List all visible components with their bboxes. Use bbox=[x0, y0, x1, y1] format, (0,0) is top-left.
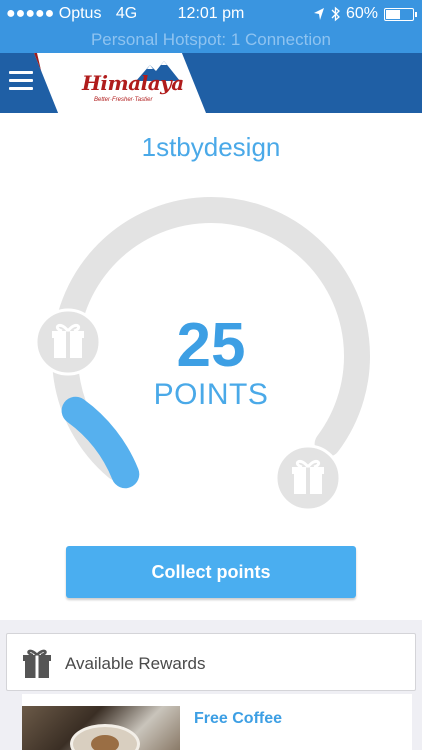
brand-logo[interactable]: Himalaya Better·Fresher·Tastier bbox=[34, 53, 206, 113]
reward-end-gift-icon[interactable] bbox=[274, 444, 342, 512]
battery-icon bbox=[384, 7, 417, 21]
brand-name: Himalaya bbox=[82, 71, 184, 95]
brand-tagline: Better·Fresher·Tastier bbox=[94, 97, 153, 103]
reward-title: Free Coffee bbox=[194, 710, 283, 727]
points-ring: 25 POINTS bbox=[0, 190, 422, 530]
hamburger-icon[interactable] bbox=[9, 71, 33, 91]
nav-bar: Himalaya Better·Fresher·Tastier bbox=[0, 53, 422, 113]
collect-points-button[interactable]: Collect points bbox=[66, 546, 356, 598]
gift-icon bbox=[23, 649, 51, 678]
points-label: POINTS bbox=[153, 378, 269, 411]
bluetooth-icon bbox=[331, 6, 340, 22]
reward-image bbox=[22, 706, 180, 750]
location-arrow-icon bbox=[313, 8, 324, 20]
available-rewards-label: Available Rewards bbox=[65, 654, 206, 673]
available-rewards-header[interactable]: Available Rewards bbox=[6, 633, 416, 691]
hotspot-banner[interactable]: Personal Hotspot: 1 Connection bbox=[0, 29, 422, 53]
points-value: 25 bbox=[176, 311, 246, 380]
status-icons: 60% bbox=[313, 5, 417, 23]
battery-percent: 60% bbox=[345, 5, 378, 22]
page-title: 1stbydesign bbox=[141, 132, 281, 162]
status-bar: ●●●●● Optus 4G 12:01 pm 60% bbox=[0, 0, 422, 29]
reward-card[interactable]: Free Coffee bbox=[22, 694, 412, 750]
